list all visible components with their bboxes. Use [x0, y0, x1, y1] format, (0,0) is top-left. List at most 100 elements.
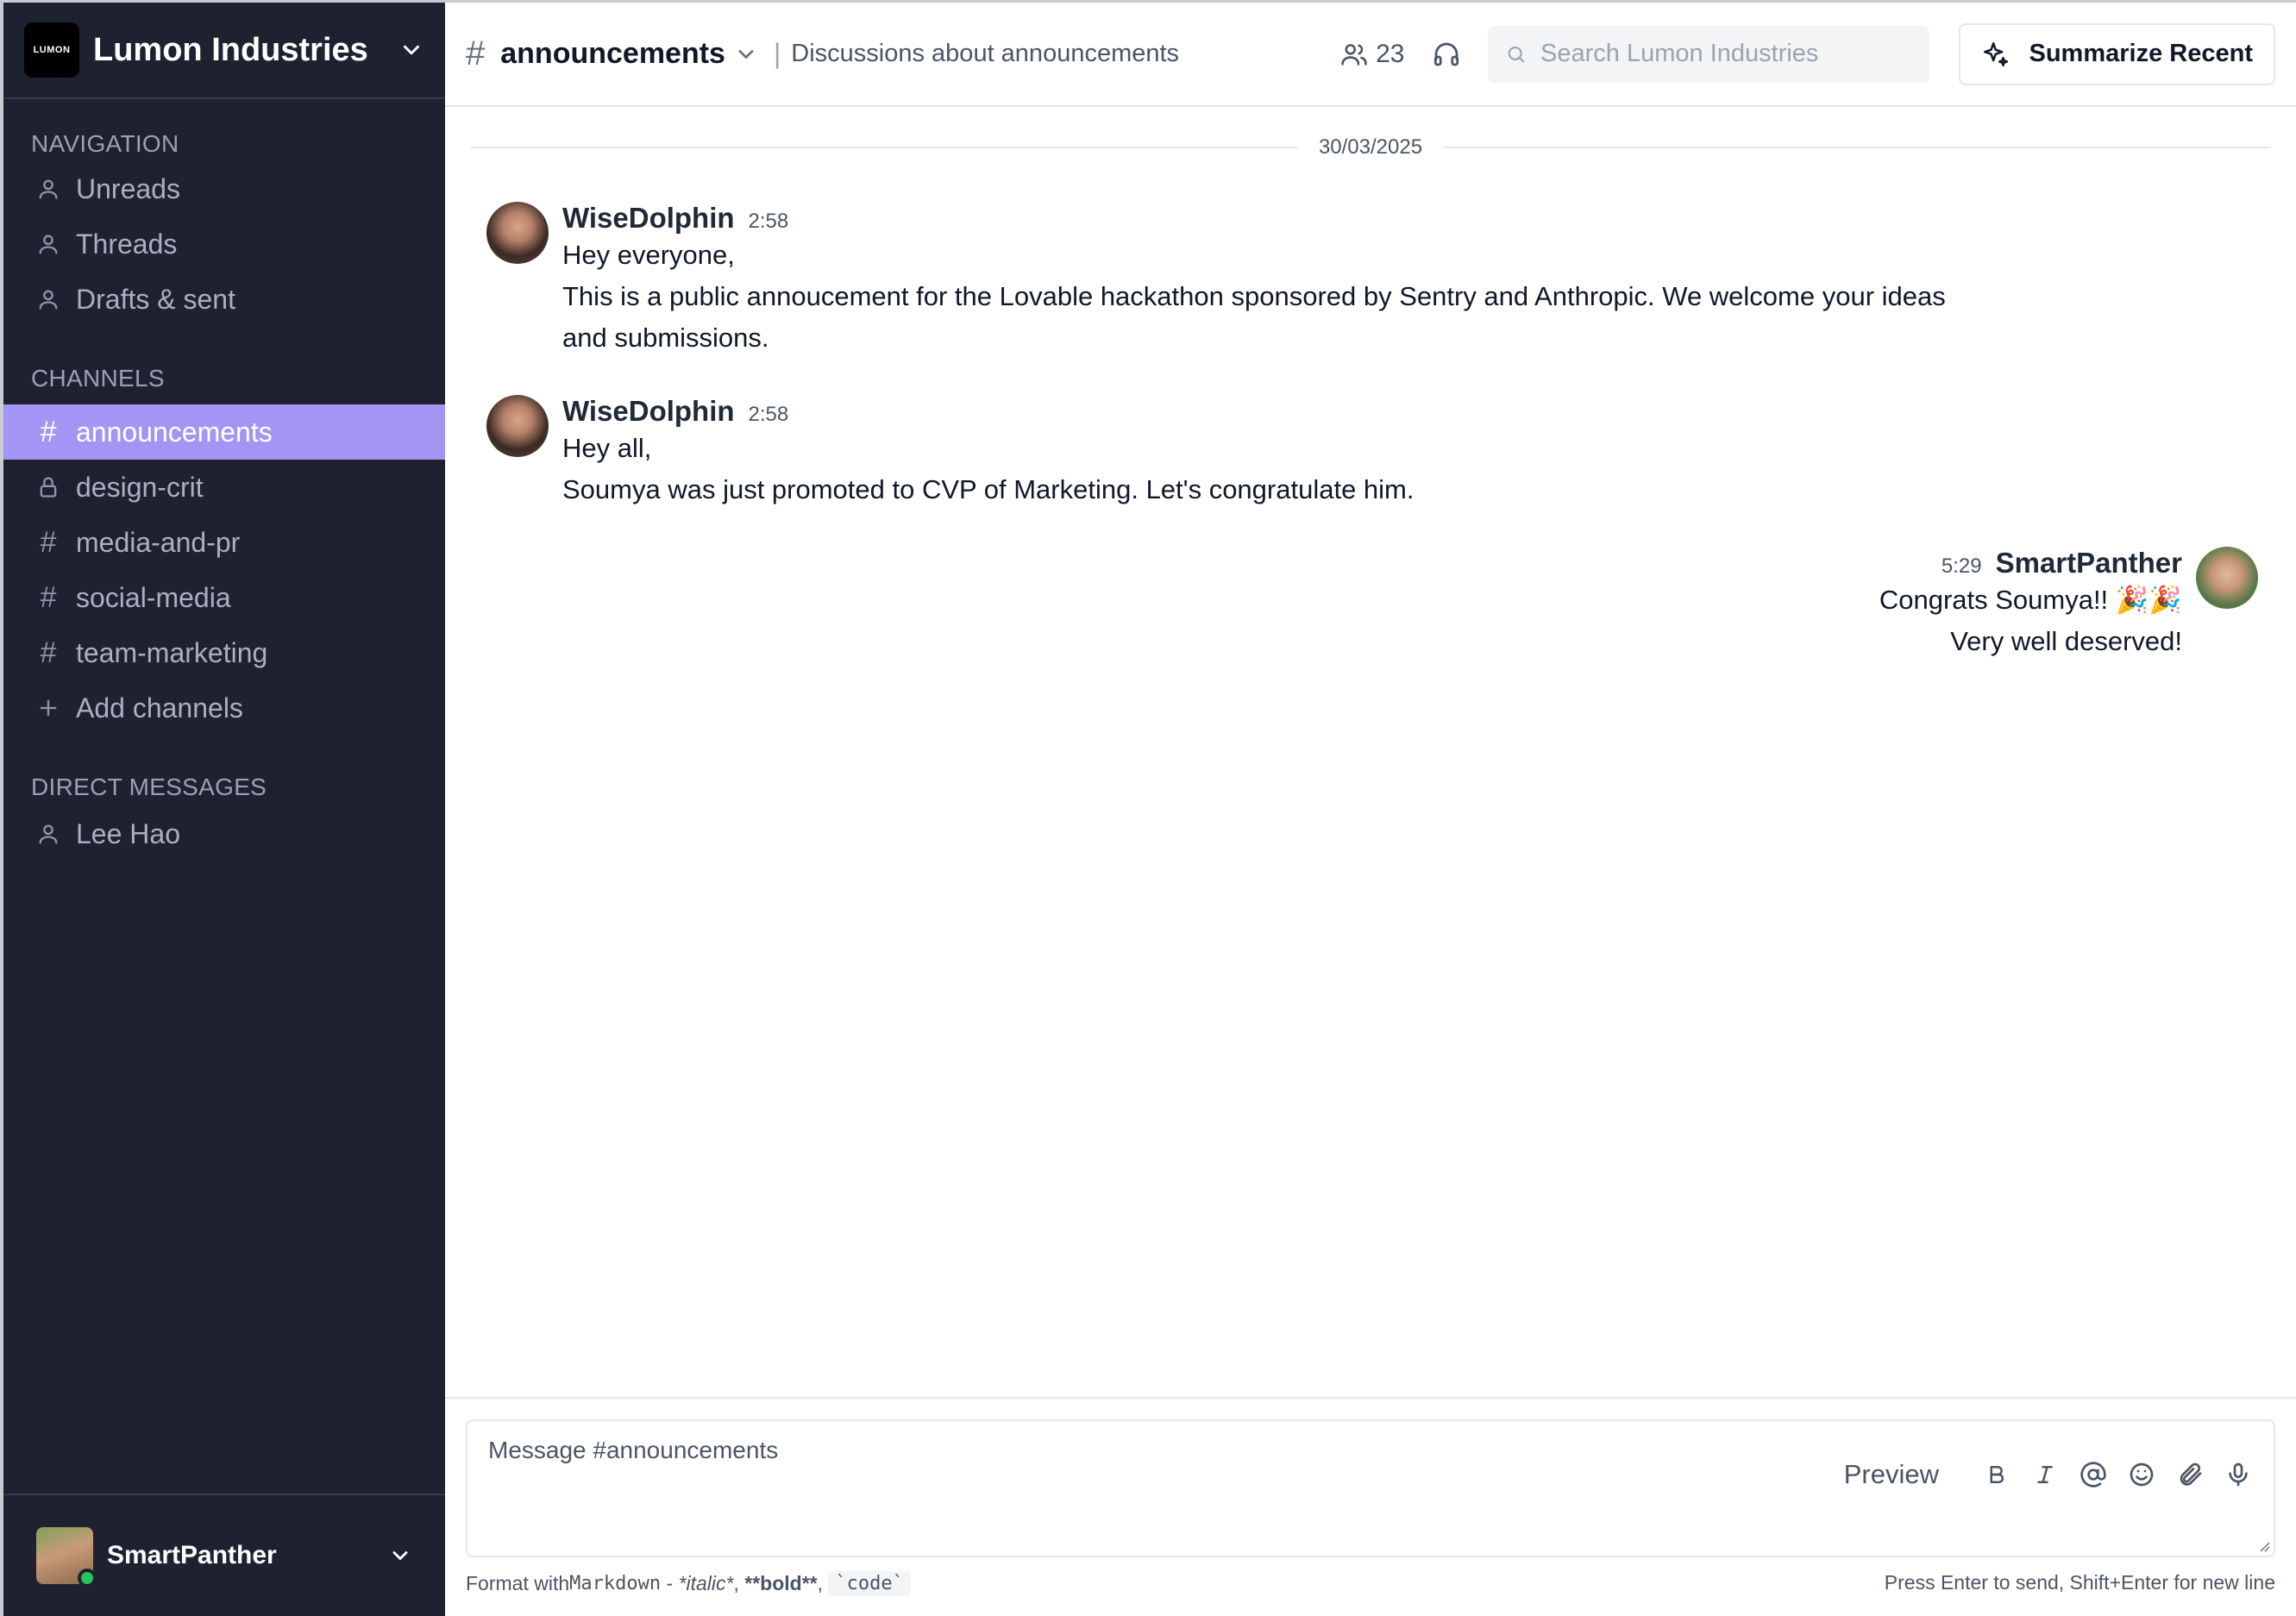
- sidebar-item-label: Threads: [76, 228, 178, 260]
- message-header: WiseDolphin 2:58: [562, 395, 1415, 428]
- users-icon: [1341, 43, 1367, 66]
- mention-icon[interactable]: [2079, 1460, 2108, 1489]
- members-button[interactable]: 23: [1339, 39, 1405, 69]
- direct-messages-section-title: DIRECT MESSAGES: [31, 774, 267, 800]
- user-icon: [35, 285, 62, 313]
- hint-text: ,: [733, 1572, 745, 1594]
- sidebar-item-label: Unreads: [76, 172, 180, 204]
- sidebar: LUMON Lumon Industries NAVIGATION Unread…: [0, 0, 445, 1616]
- message-body: WiseDolphin 2:58 Hey all, Soumya was jus…: [562, 395, 1415, 510]
- avatar: [36, 1527, 97, 1588]
- message-item: WiseDolphin 2:58 Hey everyone, This is a…: [486, 202, 1946, 359]
- search-box[interactable]: [1487, 25, 1929, 83]
- user-icon: [35, 820, 62, 848]
- sparkles-icon: [1983, 41, 2008, 66]
- message-text-line: Congrats Soumya!! 🎉🎉: [1879, 585, 2182, 615]
- add-channels-label: Add channels: [76, 692, 243, 723]
- message-author[interactable]: WiseDolphin: [562, 202, 735, 235]
- plus-icon: [35, 694, 62, 722]
- message-header: 5:29 SmartPanther: [1879, 547, 2182, 579]
- navigation-section-title: NAVIGATION: [31, 130, 179, 157]
- current-user-menu[interactable]: SmartPanther: [3, 1494, 445, 1616]
- hint-bold: **bold**: [744, 1572, 818, 1594]
- channel-name[interactable]: announcements: [500, 37, 725, 71]
- hint-markdown: Markdown: [569, 1573, 662, 1594]
- sidebar-item-design-crit[interactable]: design-crit: [3, 460, 445, 515]
- channels-section-title: CHANNELS: [31, 365, 165, 391]
- italic-icon[interactable]: [2030, 1460, 2060, 1489]
- sidebar-item-label: team-marketing: [76, 636, 268, 668]
- hint-text: -: [661, 1572, 679, 1594]
- message-item: WiseDolphin 2:58 Hey all, Soumya was jus…: [486, 395, 1415, 510]
- summarize-recent-button[interactable]: Summarize Recent: [1958, 22, 2275, 85]
- user-icon: [35, 175, 62, 203]
- bold-icon[interactable]: [1982, 1460, 2011, 1489]
- sidebar-item-media-and-pr[interactable]: # media-and-pr: [3, 515, 445, 570]
- add-channels-button[interactable]: Add channels: [3, 680, 445, 736]
- hint-text: Format with: [466, 1572, 570, 1594]
- sidebar-item-label: social-media: [76, 581, 231, 613]
- avatar[interactable]: [2196, 547, 2258, 609]
- avatar[interactable]: [486, 202, 549, 264]
- emoji-icon[interactable]: [2127, 1460, 2156, 1489]
- paperclip-icon[interactable]: [2175, 1460, 2205, 1489]
- chevron-down-icon: [404, 45, 419, 55]
- date-divider: 30/03/2025: [471, 135, 2270, 160]
- user-icon: [35, 230, 62, 258]
- member-count: 23: [1376, 39, 1405, 68]
- sidebar-item-label: media-and-pr: [76, 526, 241, 558]
- message-text-line: and submissions.: [562, 323, 769, 353]
- workspace-name: Lumon Industries: [93, 31, 368, 68]
- resize-handle-icon[interactable]: [2256, 1538, 2270, 1552]
- sidebar-item-drafts[interactable]: Drafts & sent: [3, 272, 445, 327]
- lock-icon: [35, 473, 62, 501]
- sidebar-item-lee-hao[interactable]: Lee Hao: [3, 806, 445, 861]
- hint-text: ,: [817, 1572, 829, 1594]
- hash-icon: #: [40, 636, 57, 669]
- hash-icon: #: [40, 525, 57, 559]
- divider-line: [471, 147, 1298, 148]
- divider-line: [1443, 147, 2270, 148]
- hint-code: `code`: [828, 1571, 911, 1596]
- message-list: 30/03/2025 WiseDolphin 2:58 Hey everyone…: [445, 107, 2296, 1397]
- sidebar-item-social-media[interactable]: # social-media: [3, 570, 445, 625]
- send-hint: Press Enter to send, Shift+Enter for new…: [1884, 1571, 2275, 1594]
- workspace-logo: LUMON: [24, 22, 79, 78]
- sidebar-item-label: announcements: [76, 416, 273, 448]
- composer-toolbar: Preview: [1844, 1459, 2253, 1490]
- sidebar-item-label: design-crit: [76, 471, 204, 503]
- workspace-switcher[interactable]: LUMON Lumon Industries: [3, 3, 445, 99]
- hash-icon: #: [40, 580, 57, 614]
- avatar[interactable]: [486, 395, 549, 457]
- hash-icon: #: [40, 415, 57, 448]
- message-item-own: 5:29 SmartPanther Congrats Soumya!! 🎉🎉 V…: [1879, 547, 2258, 662]
- microphone-icon[interactable]: [2224, 1460, 2253, 1489]
- sidebar-item-label: Drafts & sent: [76, 283, 235, 315]
- markdown-hint: Format with Markdown - *italic* , **bold…: [466, 1571, 911, 1596]
- sidebar-item-threads[interactable]: Threads: [3, 216, 445, 272]
- search-icon: [1508, 46, 1524, 63]
- header-divider: |: [773, 38, 781, 69]
- message-author[interactable]: WiseDolphin: [562, 395, 735, 428]
- current-user-name: SmartPanther: [107, 1541, 277, 1569]
- message-header: WiseDolphin 2:58: [562, 202, 1946, 235]
- hint-italic: *italic*: [678, 1572, 734, 1594]
- sidebar-item-announcements[interactable]: # announcements: [3, 404, 445, 460]
- sidebar-item-unreads[interactable]: Unreads: [3, 161, 445, 216]
- message-text-line: Hey all,: [562, 433, 652, 463]
- chevron-down-icon[interactable]: [734, 42, 758, 66]
- message-composer: Preview: [466, 1419, 2275, 1557]
- channel-header: # announcements | Discussions about anno…: [445, 0, 2296, 107]
- composer-area: Preview Format with Markdown - *italic* …: [445, 1397, 2296, 1616]
- message-input[interactable]: [488, 1437, 1782, 1540]
- headphones-icon[interactable]: [1431, 39, 1462, 70]
- channel-description: Discussions about announcements: [791, 40, 1180, 67]
- message-text-line: Soumya was just promoted to CVP of Marke…: [562, 474, 1415, 504]
- message-author[interactable]: SmartPanther: [1996, 547, 2182, 579]
- hash-icon: #: [466, 34, 486, 72]
- search-input[interactable]: [1540, 40, 1912, 68]
- sidebar-item-team-marketing[interactable]: # team-marketing: [3, 625, 445, 680]
- message-text-line: Very well deserved!: [1950, 626, 2182, 656]
- preview-button[interactable]: Preview: [1844, 1459, 1939, 1490]
- chevron-down-icon: [392, 1551, 408, 1560]
